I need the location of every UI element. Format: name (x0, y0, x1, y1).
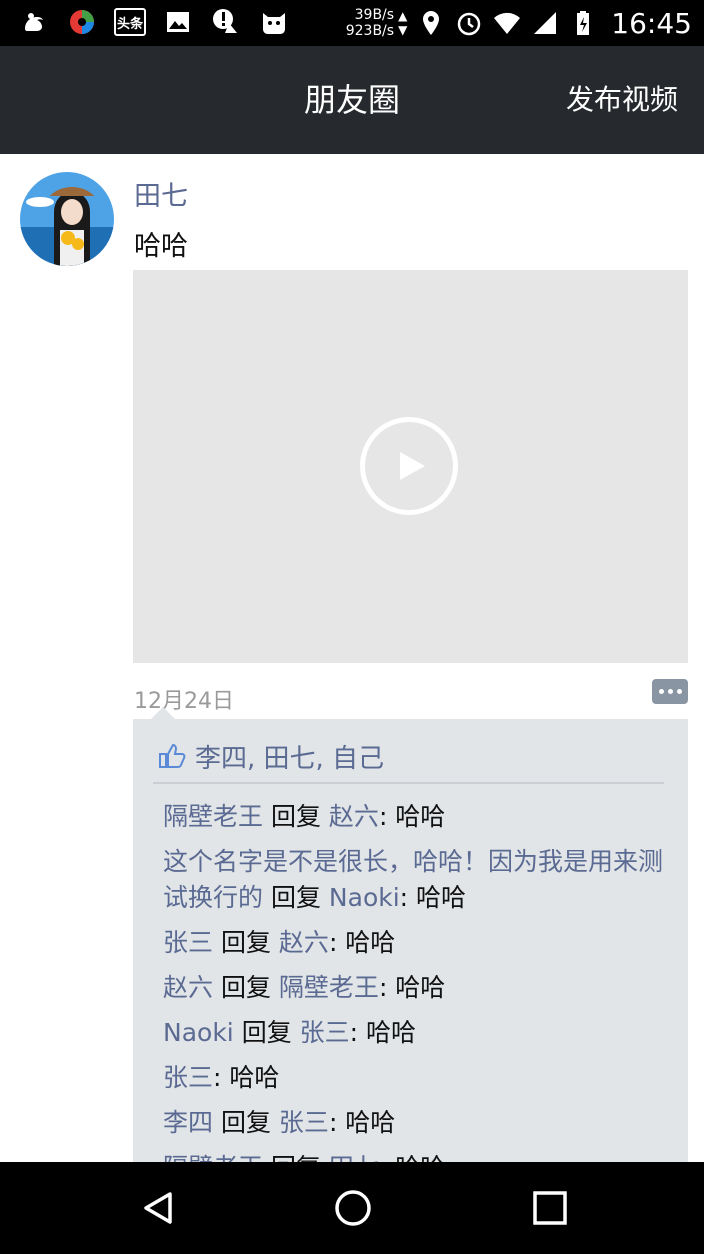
cat-icon (258, 6, 290, 38)
notification-icons: 头条 (18, 6, 290, 38)
comment-reply-to[interactable]: 赵六 (279, 928, 329, 957)
back-button[interactable] (138, 1188, 178, 1228)
reply-word: 回复 (213, 928, 279, 957)
status-bar: 头条 39B/s 923B/s ▲ ▼ 16:45 (0, 0, 704, 46)
comment-item[interactable]: 张三: 哈哈 (163, 1060, 673, 1096)
dot-icon (667, 689, 673, 694)
toutiao-icon: 头条 (114, 8, 146, 36)
reply-word: 回复 (213, 973, 279, 1002)
dot-icon (658, 689, 664, 694)
upload-speed: 39B/s (354, 7, 395, 23)
comment-reply-to[interactable]: 张三 (300, 1018, 350, 1047)
transfer-arrows-icon: ▲ ▼ (398, 9, 408, 37)
comment-item[interactable]: 张三 回复 赵六: 哈哈 (163, 925, 673, 961)
app-icon (66, 6, 98, 38)
thumbs-up-icon (159, 743, 186, 768)
comment-text: : 哈哈 (399, 883, 467, 912)
divider (153, 782, 664, 784)
gallery-icon (162, 6, 194, 38)
comment-item[interactable]: 这个名字是不是很长，哈哈！因为我是用来测试换行的 回复 Naoki: 哈哈 (163, 844, 673, 916)
post-date: 12月24日 (134, 689, 234, 714)
comment-text: : 哈哈 (378, 802, 446, 831)
reply-word: 回复 (263, 802, 329, 831)
comment-author[interactable]: 赵六 (163, 973, 213, 1002)
comment-reply-to[interactable]: Naoki (329, 883, 400, 912)
avatar[interactable] (20, 172, 114, 266)
comment-reply-to[interactable]: 赵六 (329, 802, 379, 831)
comment-author[interactable]: 李四 (163, 1108, 213, 1137)
liked-by-names[interactable]: 李四, 田七, 自己 (195, 738, 384, 775)
battery-icon (577, 11, 590, 35)
navigation-bar (0, 1162, 704, 1254)
post-username[interactable]: 田七 (134, 174, 188, 213)
comment-author[interactable]: 隔壁老王 (163, 802, 263, 831)
comment-reply-to[interactable]: 隔壁老王 (279, 973, 379, 1002)
play-button[interactable] (360, 417, 458, 515)
more-options-button[interactable] (652, 679, 688, 704)
dot-icon (676, 689, 682, 694)
reply-word: 回复 (213, 1108, 279, 1137)
play-icon (399, 452, 425, 480)
location-icon (423, 11, 440, 35)
comment-author[interactable]: 张三 (163, 1063, 213, 1092)
alarm-icon (458, 12, 481, 36)
publish-video-button[interactable]: 发布视频 (566, 46, 678, 154)
comment-text: : 哈哈 (349, 1018, 417, 1047)
back-triangle-icon (144, 1192, 172, 1224)
comment-text: : 哈哈 (328, 928, 396, 957)
signal-icon (534, 12, 557, 34)
uc-browser-icon (18, 6, 50, 38)
recents-square-icon (533, 1191, 567, 1225)
video-thumbnail[interactable] (133, 270, 688, 663)
comment-item[interactable]: 隔壁老王 回复 赵六: 哈哈 (163, 799, 673, 835)
home-circle-icon (335, 1190, 371, 1226)
clock: 16:45 (611, 6, 692, 40)
comment-box: 李四, 田七, 自己 隔壁老王 回复 赵六: 哈哈 这个名字是不是很长，哈哈！因… (133, 719, 688, 1179)
comment-item[interactable]: 赵六 回复 隔壁老王: 哈哈 (163, 970, 673, 1006)
app-header: 朋友圈 发布视频 (0, 46, 704, 154)
post-text: 哈哈 (134, 231, 188, 262)
recents-button[interactable] (530, 1188, 570, 1228)
reply-word: 回复 (233, 1018, 300, 1047)
comment-box-pointer (151, 707, 175, 719)
comment-text: : 哈哈 (378, 973, 446, 1002)
comment-text: : 哈哈 (213, 1063, 280, 1092)
comment-text: : 哈哈 (328, 1108, 396, 1137)
comment-list: 隔壁老王 回复 赵六: 哈哈 这个名字是不是很长，哈哈！因为我是用来测试换行的 … (163, 799, 673, 1179)
reply-word: 回复 (263, 883, 329, 912)
home-button[interactable] (333, 1188, 373, 1228)
wifi-icon (494, 12, 521, 34)
comment-reply-to[interactable]: 张三 (279, 1108, 329, 1137)
alert-icon (210, 6, 242, 38)
comment-item[interactable]: 李四 回复 张三: 哈哈 (163, 1105, 673, 1141)
likes-row: 李四, 田七, 自己 (157, 738, 384, 775)
comment-author[interactable]: 张三 (163, 928, 213, 957)
download-speed: 923B/s (345, 23, 395, 39)
system-status: 39B/s 923B/s ▲ ▼ 16:45 (346, 0, 692, 46)
comment-author[interactable]: Naoki (163, 1018, 234, 1047)
network-speed: 39B/s 923B/s (346, 7, 394, 39)
comment-item[interactable]: Naoki 回复 张三: 哈哈 (163, 1015, 673, 1051)
